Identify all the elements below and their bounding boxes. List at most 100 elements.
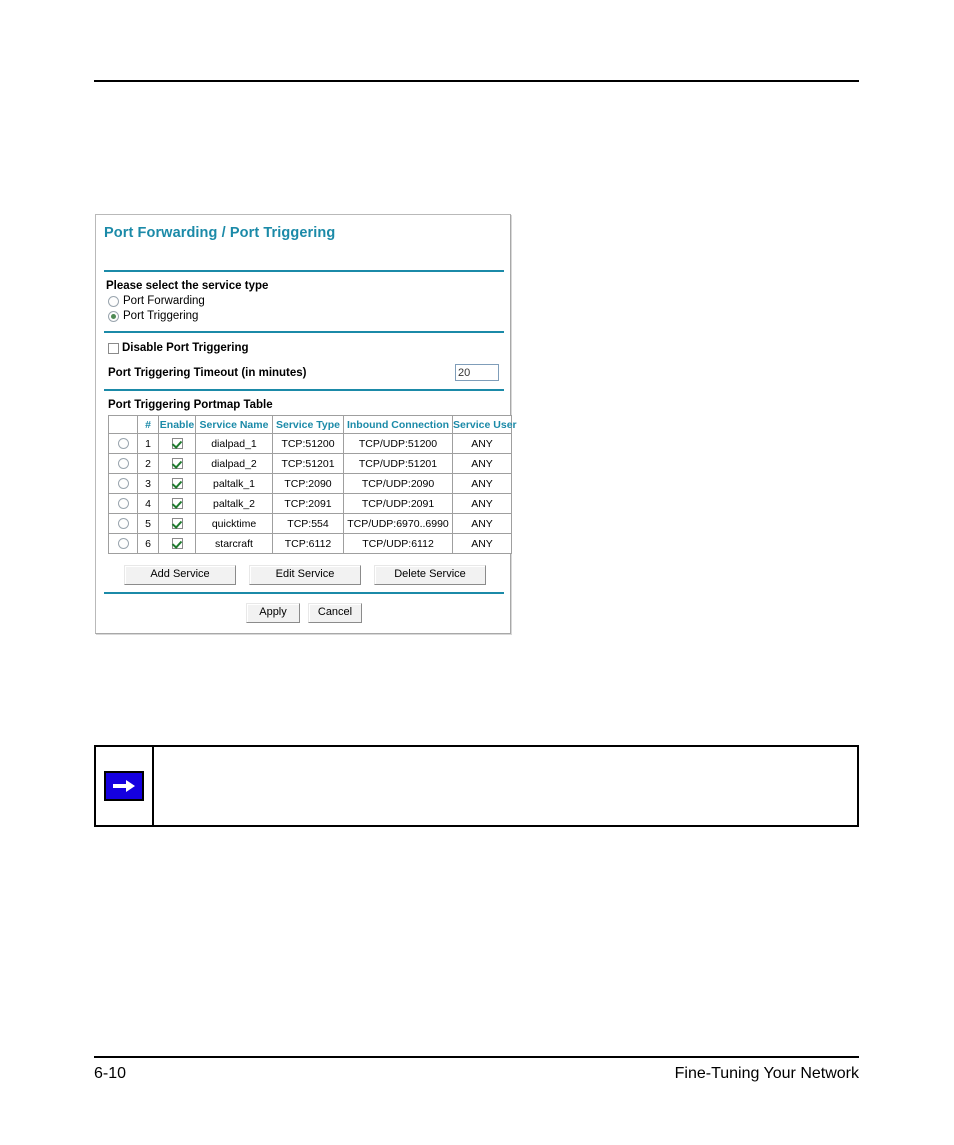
service-type-prompt: Please select the service type — [106, 280, 269, 292]
row-select-cell[interactable] — [108, 473, 138, 494]
footer-page-number: 6-10 — [94, 1065, 127, 1082]
row-service-name: paltalk_1 — [195, 473, 273, 494]
row-select-cell[interactable] — [108, 453, 138, 474]
column-header-service-name: Service Name — [195, 415, 273, 434]
row-enable-checkbox-icon[interactable] — [171, 538, 183, 549]
row-inbound-connection: TCP/UDP:51200 — [343, 433, 453, 454]
row-enable-cell[interactable] — [158, 473, 196, 494]
radio-icon-port-forwarding[interactable] — [108, 295, 119, 307]
row-number: 2 — [137, 453, 159, 474]
page-footer: 6-10 Fine-Tuning Your Network — [94, 1060, 859, 1088]
radio-option-port-forwarding[interactable]: Port Forwarding — [108, 295, 504, 307]
row-enable-checkbox-icon[interactable] — [171, 518, 183, 529]
service-type-section: Please select the service type Port Forw… — [104, 280, 504, 322]
row-radio-icon[interactable] — [117, 478, 129, 489]
checkbox-icon-disable-port-triggering[interactable] — [108, 342, 119, 354]
row-select-cell[interactable] — [108, 493, 138, 514]
column-header-enable: Enable — [158, 415, 196, 434]
row-radio-icon[interactable] — [117, 498, 129, 509]
row-service-name: dialpad_1 — [195, 433, 273, 454]
timeout-input[interactable] — [455, 364, 499, 381]
table-body: 1 dialpad_1 TCP:51200 TCP/UDP:51200 ANY 2 dial… — [108, 433, 512, 554]
row-enable-checkbox-icon[interactable] — [171, 478, 183, 489]
page-bottom-rule — [94, 1056, 859, 1058]
timeout-label-units: (in minutes) — [241, 366, 307, 379]
row-radio-icon[interactable] — [117, 518, 129, 529]
row-radio-icon[interactable] — [117, 458, 129, 469]
edit-service-button[interactable]: Edit Service — [249, 565, 361, 585]
row-service-type: TCP:6112 — [272, 533, 344, 554]
disable-port-triggering-row[interactable]: Disable Port Triggering — [108, 342, 504, 354]
row-select-cell[interactable] — [108, 513, 138, 534]
row-service-type: TCP:2090 — [272, 473, 344, 494]
row-enable-cell[interactable] — [158, 433, 196, 454]
row-service-user: ANY — [452, 433, 512, 454]
portmap-table-caption: Port Triggering Portmap Table — [108, 399, 273, 411]
table-row[interactable]: 3 paltalk_1 TCP:2090 TCP/UDP:2090 ANY — [108, 473, 512, 494]
row-number: 5 — [137, 513, 159, 534]
checkbox-label-disable-port-triggering: Disable Port Triggering — [122, 342, 249, 354]
row-radio-icon[interactable] — [117, 538, 129, 549]
row-enable-cell[interactable] — [158, 533, 196, 554]
row-service-type: TCP:2091 — [272, 493, 344, 514]
note-text — [154, 747, 857, 825]
portmap-table: # Enable Service Name Service Type Inbou… — [108, 415, 517, 554]
row-service-type: TCP:554 — [272, 513, 344, 534]
row-enable-cell[interactable] — [158, 453, 196, 474]
row-enable-cell[interactable] — [158, 513, 196, 534]
divider-3 — [104, 389, 504, 391]
column-header-inbound-connection: Inbound Connection — [343, 415, 453, 434]
radio-icon-port-triggering[interactable] — [108, 310, 119, 322]
row-service-user: ANY — [452, 473, 512, 494]
row-inbound-connection: TCP/UDP:2091 — [343, 493, 453, 514]
table-row[interactable]: 6 starcraft TCP:6112 TCP/UDP:6112 ANY — [108, 533, 512, 554]
column-header-number: # — [137, 415, 159, 434]
row-service-user: ANY — [452, 493, 512, 514]
table-row[interactable]: 5 quicktime TCP:554 TCP/UDP:6970..6990 ANY — [108, 513, 512, 534]
note-icon-cell — [96, 747, 154, 825]
row-service-name: dialpad_2 — [195, 453, 273, 474]
column-header-select — [108, 415, 138, 434]
row-service-type: TCP:51200 — [272, 433, 344, 454]
note-arrow-icon — [104, 771, 144, 801]
timeout-row: Port Triggering Timeout (in minutes) — [108, 364, 504, 381]
row-service-name: starcraft — [195, 533, 273, 554]
row-service-name: paltalk_2 — [195, 493, 273, 514]
row-select-cell[interactable] — [108, 433, 138, 454]
cancel-button[interactable]: Cancel — [308, 603, 362, 623]
row-enable-cell[interactable] — [158, 493, 196, 514]
delete-service-button[interactable]: Delete Service — [374, 565, 486, 585]
row-enable-checkbox-icon[interactable] — [171, 438, 183, 449]
table-row[interactable]: 4 paltalk_2 TCP:2091 TCP/UDP:2091 ANY — [108, 493, 512, 514]
portmap-section: Port Triggering Portmap Table # Enable S… — [104, 399, 517, 585]
row-service-name: quicktime — [195, 513, 273, 534]
column-header-service-type: Service Type — [272, 415, 344, 434]
page-top-rule — [94, 80, 859, 82]
footer-chapter-title: Fine-Tuning Your Network — [674, 1065, 859, 1082]
row-enable-checkbox-icon[interactable] — [171, 498, 183, 509]
divider-1 — [104, 270, 504, 272]
row-service-user: ANY — [452, 453, 512, 474]
row-service-user: ANY — [452, 533, 512, 554]
apply-button[interactable]: Apply — [246, 603, 300, 623]
column-header-service-user: Service User — [452, 415, 517, 434]
timeout-label: Port Triggering Timeout (in minutes) — [108, 367, 307, 379]
table-row[interactable]: 2 dialpad_2 TCP:51201 TCP/UDP:51201 ANY — [108, 453, 512, 474]
row-select-cell[interactable] — [108, 533, 138, 554]
row-enable-checkbox-icon[interactable] — [171, 458, 183, 469]
table-header-row: # Enable Service Name Service Type Inbou… — [108, 415, 517, 434]
port-forwarding-panel: Port Forwarding / Port Triggering Please… — [95, 214, 517, 634]
radio-option-port-triggering[interactable]: Port Triggering — [108, 310, 504, 322]
divider-2 — [104, 331, 504, 333]
row-service-user: ANY — [452, 513, 512, 534]
add-service-button[interactable]: Add Service — [124, 565, 236, 585]
row-inbound-connection: TCP/UDP:51201 — [343, 453, 453, 474]
divider-4 — [104, 592, 504, 594]
row-radio-icon[interactable] — [117, 438, 129, 449]
service-buttons-row: Add Service Edit Service Delete Service — [106, 565, 504, 585]
form-buttons-row: Apply Cancel — [104, 603, 504, 623]
table-row[interactable]: 1 dialpad_1 TCP:51200 TCP/UDP:51200 ANY — [108, 433, 512, 454]
radio-label-port-forwarding: Port Forwarding — [123, 295, 205, 307]
triggering-settings-section: Disable Port Triggering Port Triggering … — [104, 342, 504, 381]
row-number: 1 — [137, 433, 159, 454]
